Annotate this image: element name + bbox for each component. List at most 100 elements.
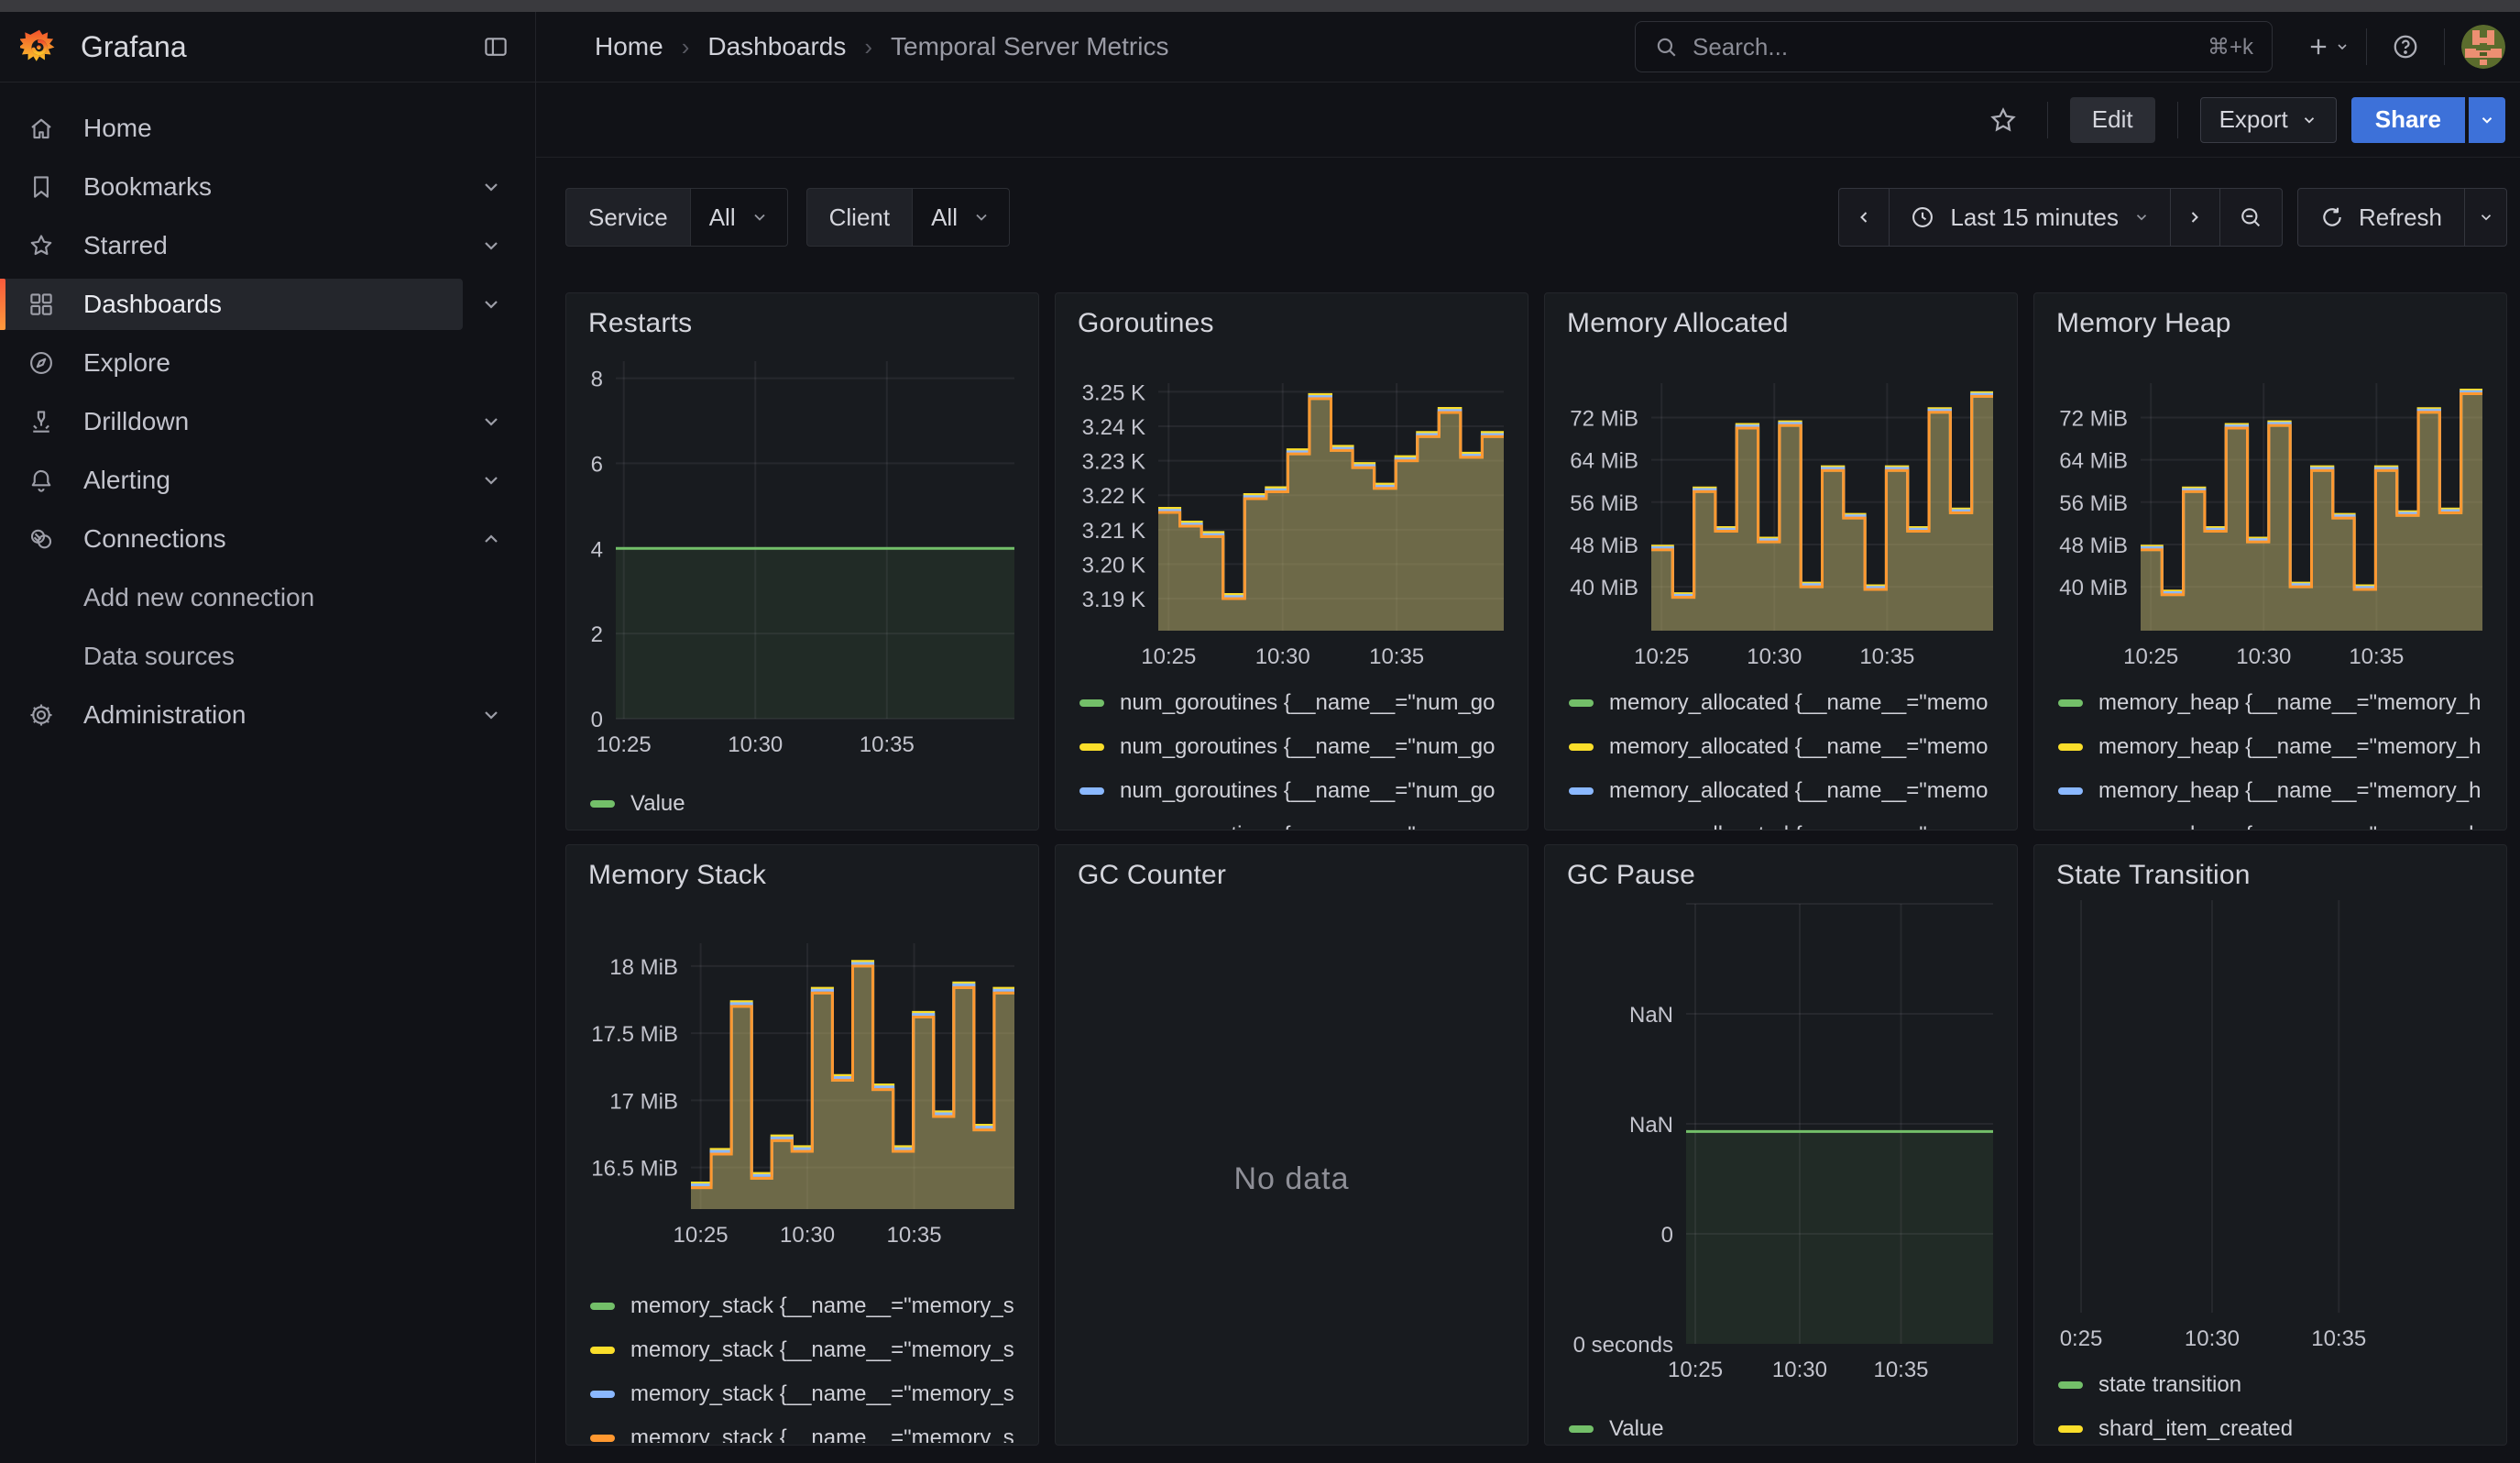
legend-item[interactable]: memory_stack {__name__="memory_s [590,1423,1029,1443]
breadcrumb-separator-icon: › [864,33,872,61]
panel-title[interactable]: Restarts [588,308,692,339]
sidebar-item-add-new-connection[interactable]: Add new connection [0,572,463,623]
breadcrumb-home[interactable]: Home [595,32,663,61]
panel-title[interactable]: Memory Allocated [1567,308,1789,339]
chevron-down-icon[interactable] [480,235,502,257]
legend-series-label: memory_allocated {__name__="memo [1609,778,1988,804]
legend-item[interactable]: memory_stack {__name__="memory_s [590,1291,1029,1322]
svg-text:10:30: 10:30 [728,732,783,757]
chevron-down-icon [2479,112,2495,128]
export-button[interactable]: Export [2200,97,2337,143]
svg-text:64 MiB: 64 MiB [2059,449,2128,474]
help-icon[interactable] [2383,25,2427,69]
edit-button[interactable]: Edit [2070,97,2155,143]
divider [2444,28,2445,65]
chevron-up-icon[interactable] [480,528,502,550]
panel-title[interactable]: GC Pause [1567,860,1695,891]
chevron-down-icon[interactable] [480,469,502,491]
legend-series-label: Value [630,791,685,817]
zoom-out-time-button[interactable] [2219,189,2282,246]
sidebar-item-drilldown[interactable]: Drilldown [0,396,463,447]
search-box[interactable]: ⌘+k [1635,21,2273,72]
sidebar-item-bookmarks[interactable]: Bookmarks [0,161,463,213]
client-variable-value[interactable]: All [912,188,1010,247]
legend-series-marker [1079,743,1104,751]
brand-name[interactable]: Grafana [81,30,187,64]
legend: memory_stack {__name__="memory_s memory_s… [590,1291,1029,1443]
sidebar-item-explore[interactable]: Explore [0,337,463,389]
chevron-down-icon[interactable] [480,704,502,726]
panel-title[interactable]: Memory Heap [2056,308,2231,339]
legend-item[interactable]: num_goroutines {__name__="num_go [1079,776,1518,807]
service-variable-label: Service [565,188,690,247]
sidebar-item-starred[interactable]: Starred [0,220,463,271]
legend-item[interactable]: shard_item_created [2058,1414,2497,1445]
legend-item[interactable]: memory_heap {__name__="memory_h [2058,732,2497,763]
legend-item[interactable]: memory_stack {__name__="memory_s [590,1335,1029,1366]
panel-grid: Restarts 8642010:2510:3010:35 Value Goro… [565,292,2507,1446]
legend-series-marker [2058,1425,2083,1433]
legend-item[interactable]: memory_stack {__name__="memory_s [590,1379,1029,1410]
legend-item[interactable]: Value [1569,1414,2008,1445]
add-button[interactable] [2306,25,2350,69]
svg-text:10:35: 10:35 [860,732,915,757]
sidebar-item-label: Explore [83,348,170,378]
clock-icon [1910,204,1935,230]
sidebar-item-connections[interactable]: Connections [0,513,463,565]
svg-text:10:25: 10:25 [1141,644,1196,669]
legend-series-marker [590,1347,615,1354]
chevron-right-icon [2186,208,2204,226]
svg-text:48 MiB: 48 MiB [2059,534,2128,558]
chevron-down-icon[interactable] [480,293,502,315]
sidebar-item-home[interactable]: Home [0,103,463,154]
sidebar-item-data-sources[interactable]: Data sources [0,631,463,682]
svg-text:10:30: 10:30 [780,1223,835,1248]
legend-series-marker [590,800,615,808]
panel-title[interactable]: State Transition [2056,860,2251,891]
time-shift-back-button[interactable] [1839,189,1889,246]
breadcrumb-current: Temporal Server Metrics [891,32,1168,61]
service-variable-value[interactable]: All [690,188,788,247]
chevron-down-icon [2335,39,2350,54]
refresh-button[interactable]: Refresh [2298,189,2464,246]
panel-title[interactable]: Goroutines [1078,308,1214,339]
share-button[interactable]: Share [2351,97,2465,143]
chevron-down-icon[interactable] [480,176,502,198]
legend-item[interactable]: memory_heap {__name__="memory_h [2058,688,2497,719]
legend-item[interactable]: memory_allocated {__name__="memo [1569,776,2008,807]
avatar[interactable] [2461,25,2505,69]
sidebar-item-administration[interactable]: Administration [0,689,463,741]
legend-item[interactable]: memory_heap {__name__="memory_h [2058,820,2497,830]
favorite-star-icon[interactable] [1981,98,2025,142]
grafana-logo-icon[interactable] [20,28,59,66]
legend-item[interactable]: num_goroutines {__name__="num_go [1079,688,1518,719]
panel-title[interactable]: Memory Stack [588,860,766,891]
legend-series-label: memory_stack {__name__="memory_s [630,1381,1014,1407]
legend-item[interactable]: num_goroutines {__name__="num_go [1079,732,1518,763]
panel-title[interactable]: GC Counter [1078,860,1226,891]
sidebar-item-label: Add new connection [83,583,314,612]
legend-item[interactable]: state transition [2058,1370,2497,1401]
legend-series-label: memory_heap {__name__="memory_h [2098,822,2481,830]
dock-sidebar-icon[interactable] [482,33,509,60]
legend-item[interactable]: memory_heap {__name__="memory_h [2058,776,2497,807]
legend-item[interactable]: memory_allocated {__name__="memo [1569,688,2008,719]
legend-series-label: state transition [2098,1372,2241,1398]
svg-text:0 seconds: 0 seconds [1573,1333,1673,1358]
chevron-down-icon[interactable] [480,411,502,433]
share-options-chevron[interactable] [2465,97,2505,143]
legend-item[interactable]: Value [590,788,1029,820]
time-range-picker[interactable]: Last 15 minutes [1889,189,2170,246]
search-input[interactable] [1693,33,2208,61]
legend-item[interactable]: memory_allocated {__name__="memo [1569,732,2008,763]
svg-text:3.23 K: 3.23 K [1082,450,1145,475]
legend-item[interactable]: num_goroutines {__name__="num_go [1079,820,1518,830]
breadcrumb-dashboards[interactable]: Dashboards [707,32,846,61]
share-button-group: Share [2351,97,2505,143]
sidebar-item-alerting[interactable]: Alerting [0,455,463,506]
time-shift-forward-button[interactable] [2170,189,2219,246]
sidebar-item-dashboards[interactable]: Dashboards [0,279,463,330]
legend-item[interactable]: memory_allocated {__name__="memo [1569,820,2008,830]
refresh-interval-chevron[interactable] [2464,189,2506,246]
administration-icon [27,701,55,729]
